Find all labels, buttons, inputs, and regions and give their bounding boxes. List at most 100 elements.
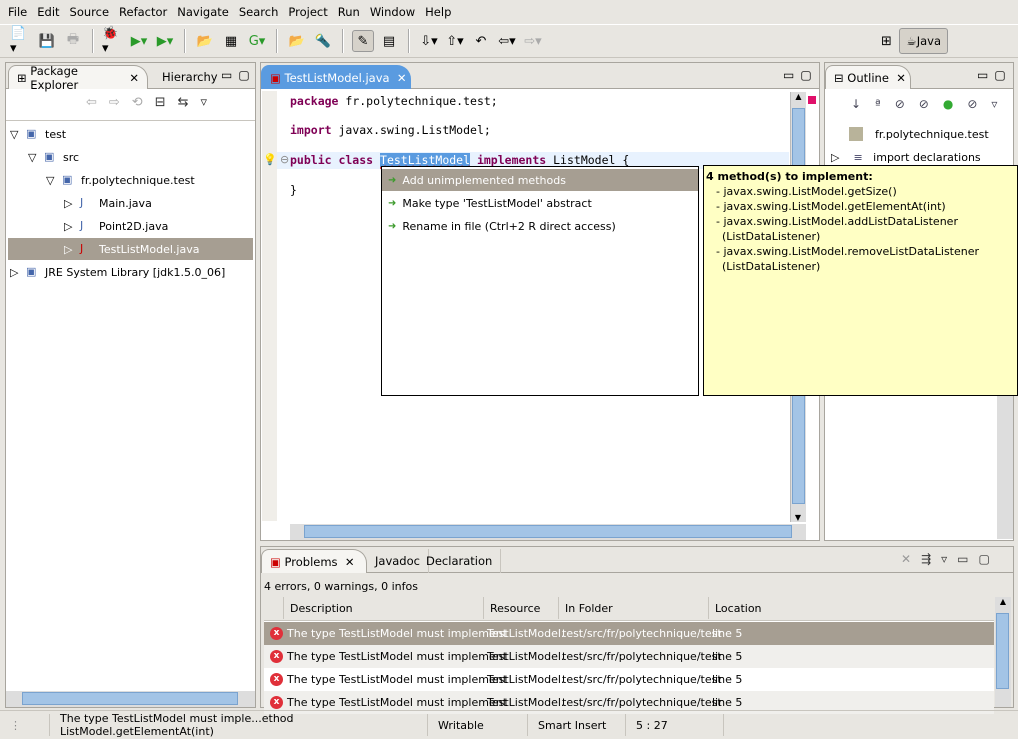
menu-help[interactable]: Help xyxy=(425,5,451,19)
mark-occurrences-icon[interactable]: ✎ xyxy=(352,30,374,52)
menu-project[interactable]: Project xyxy=(288,5,327,19)
forward-icon[interactable]: ⇨▾ xyxy=(522,30,544,52)
minimize-maximize-icon[interactable]: ▭▢ xyxy=(221,68,256,82)
quick-fix-make-abstract[interactable]: ➜ Make type 'TestListModel' abstract xyxy=(382,192,698,214)
error-lightbulb-icon[interactable]: 💡 xyxy=(263,153,277,166)
outline-toolbar[interactable]: ↓ª⊘⊘●⊘▿ xyxy=(851,97,1011,111)
tree-item[interactable]: ▷ J Main.java xyxy=(64,192,152,214)
java-perspective-button[interactable]: ☕ Java xyxy=(899,28,948,54)
problems-scrollbar[interactable]: ▲ xyxy=(995,597,1011,707)
quick-fix-add-unimplemented[interactable]: ➜ Add unimplemented methods xyxy=(382,169,698,191)
collapse-icon[interactable]: ▽ xyxy=(46,174,62,187)
menu-refactor[interactable]: Refactor xyxy=(119,5,167,19)
tree-item[interactable]: ▷ J Point2D.java xyxy=(64,215,168,237)
outline-item-package[interactable]: fr.polytechnique.test xyxy=(849,123,989,145)
status-handle: ⋮ xyxy=(0,714,50,736)
close-icon[interactable]: ✕ xyxy=(390,71,407,85)
folder-icon: ▣ xyxy=(62,173,73,186)
tree-item[interactable]: ▽ ▣ fr.polytechnique.test xyxy=(46,169,195,191)
open-type-icon[interactable]: 📂 xyxy=(286,30,308,52)
folder-icon: ▣ xyxy=(26,127,37,140)
expand-icon[interactable]: ▷ xyxy=(64,197,80,210)
proposal-icon: ➜ xyxy=(388,220,397,232)
open-perspective-icon[interactable]: ⊞ xyxy=(875,30,897,52)
expand-icon[interactable]: ▷ xyxy=(64,220,80,233)
new-java-project-icon[interactable]: 📂 xyxy=(194,30,216,52)
save-icon[interactable]: 💾 xyxy=(36,30,58,52)
status-cursor-position: 5 : 27 xyxy=(626,714,724,736)
tree-item[interactable]: ▽ ▣ test xyxy=(10,123,66,145)
close-icon[interactable]: ✕ xyxy=(889,71,906,85)
tab-testlistmodel-java[interactable]: ▣ TestListModel.java ✕ xyxy=(261,65,411,89)
new-icon[interactable]: 📄▾ xyxy=(10,26,32,56)
problems-panel: ▣ Problems ✕ Javadoc Declaration ✕⇶▿▭▢ 4… xyxy=(260,546,1014,714)
folder-icon: ▣ xyxy=(44,150,55,163)
tree-item[interactable]: ▷ J TestListModel.java xyxy=(8,238,253,260)
java-perspective-icon: ☕ xyxy=(906,34,917,48)
collapse-icon[interactable]: ▽ xyxy=(28,151,44,164)
column-description[interactable]: Description xyxy=(284,597,484,619)
class-declaration-line[interactable]: public class TestListModel implements Li… xyxy=(290,153,629,167)
prev-annotation-icon[interactable]: ⇧▾ xyxy=(444,30,466,52)
menu-window[interactable]: Window xyxy=(370,5,415,19)
expand-icon[interactable]: ▷ xyxy=(10,266,26,279)
next-annotation-icon[interactable]: ⇩▾ xyxy=(418,30,440,52)
back-icon[interactable]: ⇦▾ xyxy=(496,30,518,52)
package-icon xyxy=(849,127,863,141)
expand-icon[interactable]: ▷ xyxy=(831,151,853,164)
tab-outline[interactable]: ⊟ Outline ✕ xyxy=(825,65,911,89)
tab-hierarchy[interactable]: Hierarchy xyxy=(154,65,226,89)
menu-edit[interactable]: Edit xyxy=(37,5,59,19)
column-location[interactable]: Location xyxy=(709,597,994,619)
error-icon: x xyxy=(270,650,283,663)
proposal-icon: ➜ xyxy=(388,197,397,209)
minimize-maximize-icon[interactable]: ▭▢ xyxy=(977,68,1012,82)
menu-file[interactable]: File xyxy=(8,5,27,19)
problems-toolbar[interactable]: ✕⇶▿▭▢ xyxy=(901,552,1000,566)
show-source-icon[interactable]: ▤ xyxy=(378,30,400,52)
view-toolbar: ⇦⇨⟲⊟⇆▿ xyxy=(86,95,219,110)
menu-bar: File Edit Source Refactor Navigate Searc… xyxy=(0,0,1018,23)
table-row[interactable]: x The type TestListModel must implement Te… xyxy=(264,668,994,691)
menu-navigate[interactable]: Navigate xyxy=(177,5,229,19)
new-class-icon[interactable]: G▾ xyxy=(246,30,268,52)
close-icon[interactable]: ✕ xyxy=(122,71,139,85)
menu-run[interactable]: Run xyxy=(338,5,360,19)
menu-search[interactable]: Search xyxy=(239,5,279,19)
menu-source[interactable]: Source xyxy=(70,5,110,19)
imports-icon: ≡ xyxy=(853,150,874,164)
column-in-folder[interactable]: In Folder xyxy=(559,597,709,619)
run-icon[interactable]: ▶▾ xyxy=(128,30,150,52)
main-toolbar: 📄▾ 💾 🖶 🐞▾ ▶▾ ▶▾ 📂 ▦ G▾ 📂 🔦 ✎ ▤ ⇩▾ ⇧▾ ↶ ⇦… xyxy=(0,24,1018,58)
new-package-icon[interactable]: ▦ xyxy=(220,30,242,52)
error-icon: x xyxy=(270,673,283,686)
expand-icon[interactable]: ▷ xyxy=(64,243,80,256)
tab-problems[interactable]: ▣ Problems ✕ xyxy=(261,549,367,573)
outline-icon: ⊟ xyxy=(834,70,848,85)
tree-item[interactable]: ▷ ▣ JRE System Library [jdk1.5.0_06] xyxy=(10,261,225,283)
close-icon[interactable]: ✕ xyxy=(338,555,355,569)
collapse-icon[interactable]: ▽ xyxy=(10,128,26,141)
tree-item[interactable]: ▽ ▣ src xyxy=(28,146,79,168)
search-icon[interactable]: 🔦 xyxy=(312,30,334,52)
horizontal-scrollbar[interactable] xyxy=(6,691,255,707)
editor-horizontal-scrollbar[interactable] xyxy=(290,524,806,540)
column-resource[interactable]: Resource xyxy=(484,597,559,619)
tab-package-explorer[interactable]: ⊞ Package Explorer ✕ xyxy=(8,64,148,92)
problems-summary: 4 errors, 0 warnings, 0 infos xyxy=(264,580,418,593)
minimize-maximize-icon[interactable]: ▭▢ xyxy=(783,68,818,82)
fold-icon[interactable]: ⊖ xyxy=(280,153,289,166)
java-file-icon: J xyxy=(80,219,84,232)
quick-fix-rename[interactable]: ➜ Rename in file (Ctrl+2 R direct access) xyxy=(382,215,698,237)
status-insert-mode: Smart Insert xyxy=(528,714,626,736)
table-row[interactable]: x The type TestListModel must implement Te… xyxy=(264,622,994,645)
last-edit-icon[interactable]: ↶ xyxy=(470,30,492,52)
external-tools-icon[interactable]: ▶▾ xyxy=(154,30,176,52)
status-message: The type TestListModel must imple...etho… xyxy=(50,712,428,738)
error-overview-marker[interactable] xyxy=(808,96,816,104)
java-file-error-icon: ▣ xyxy=(270,70,285,85)
print-icon[interactable]: 🖶 xyxy=(62,30,84,52)
tab-declaration[interactable]: Declaration xyxy=(418,549,502,573)
table-row[interactable]: x The type TestListModel must implement Te… xyxy=(264,645,994,668)
debug-icon[interactable]: 🐞▾ xyxy=(102,26,124,56)
